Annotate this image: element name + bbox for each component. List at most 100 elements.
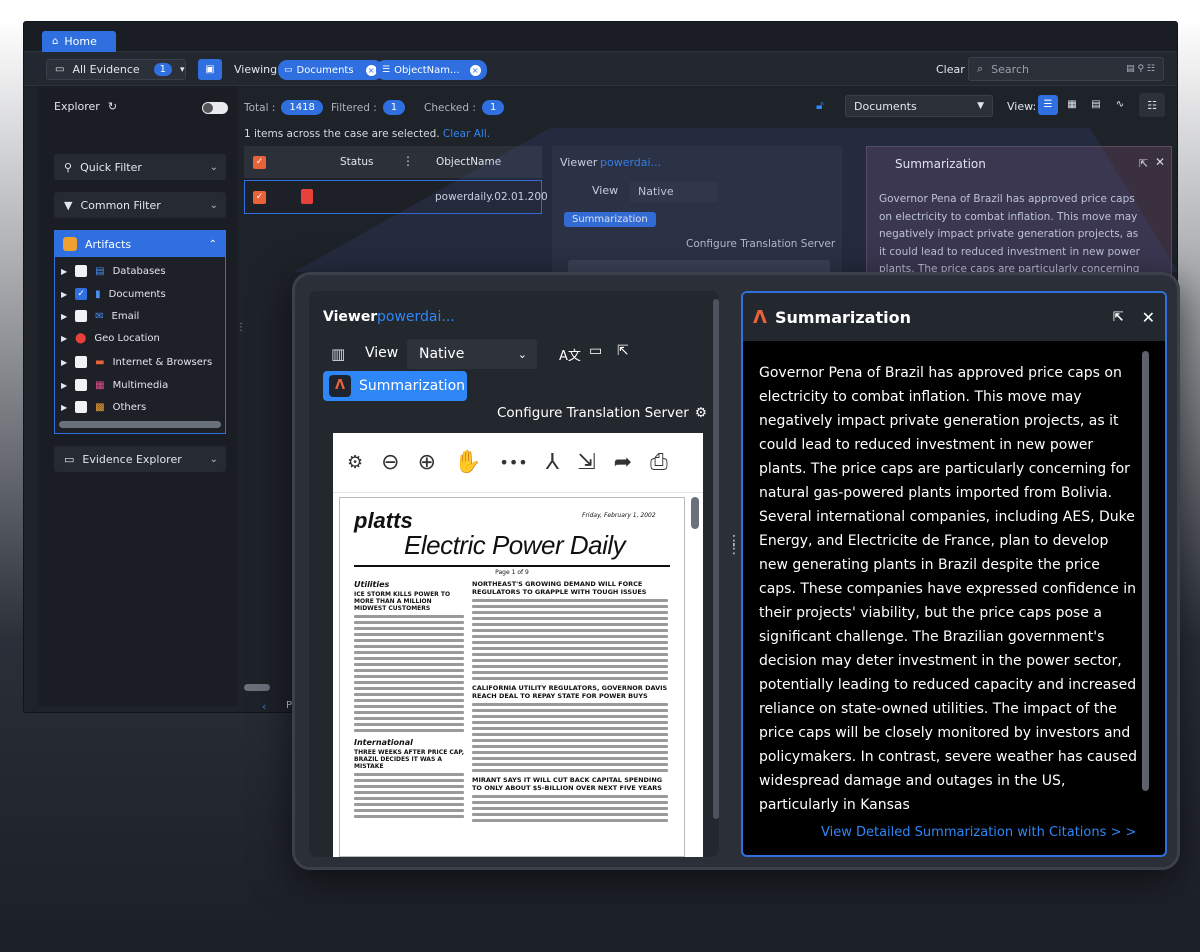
printer-icon[interactable]: ⎙ [650,450,668,475]
clear-all-link[interactable]: Clear All. [443,128,490,140]
tab-home[interactable]: ⌂ Home [42,31,116,52]
view-label: View: [1007,100,1037,113]
doc-date: Friday, February 1, 2002 [582,512,656,519]
bg-view-mode[interactable]: Native [630,182,718,202]
chip-documents[interactable]: ▭ Documents × [278,60,383,80]
checkbox[interactable]: ✓ [75,288,88,300]
expand-icon[interactable]: ▶ [61,403,67,412]
close-icon[interactable]: × [469,64,481,76]
bg-configure-translation[interactable]: Configure Translation Server [686,238,835,250]
search-placeholder: Search [991,62,1029,76]
column-status[interactable]: Status [340,156,373,168]
zoom-in-icon[interactable]: ⊕ [418,450,436,475]
pager-prev-icon[interactable]: ‹ [262,700,266,712]
chip-objectname[interactable]: ☰ ObjectNam... × [376,60,487,80]
table-view-icon[interactable]: ▤ [1086,95,1106,115]
column-menu-icon[interactable]: ⋮ [402,154,414,168]
chart-view-icon[interactable]: ∿ [1110,95,1130,115]
expand-icon[interactable]: ▶ [61,381,67,390]
artifact-item[interactable]: ▶ ✓ ▮ Documents [61,288,166,300]
folder-button[interactable]: ▣ [198,59,222,80]
detailed-summarization-link[interactable]: View Detailed Summarization with Citatio… [821,825,1136,840]
chip-objectname-label: ObjectNam... [394,64,460,76]
export-icon[interactable]: ⇲ [577,450,595,475]
pan-hand-icon[interactable]: ✋ [454,450,481,475]
evidence-select[interactable]: ▭ All Evidence 1 ▾ [46,59,186,80]
lock-icon[interactable]: 🔓︎ [816,98,824,113]
doc-section-international: International [354,738,413,747]
close-icon[interactable]: ✕ [1142,308,1155,327]
type-select[interactable]: Documents ▼ [845,95,993,117]
splitter-handle[interactable]: ⋮ [236,322,246,333]
artifact-item[interactable]: ▶ ▦ Multimedia [61,379,168,391]
artifact-label: Databases [112,265,166,277]
select-all-checkbox[interactable]: ✓ [253,156,266,169]
settings-button[interactable]: ☷ [1139,93,1165,117]
bg-close-icon[interactable]: ✕ [1155,155,1165,169]
grid-hscrollbar[interactable] [244,684,270,691]
evidence-count-badge: 1 [153,63,173,76]
list-view-icon[interactable]: ☰ [1038,95,1058,115]
doc-headline-4: THREE WEEKS AFTER PRICE CAP, BRAZIL DECI… [354,749,465,770]
bg-external-link-icon[interactable]: ⇱ [1139,157,1148,170]
print-icon[interactable]: ▥ [331,345,345,363]
bg-viewer-title: Viewer [560,156,598,169]
search-options-icon[interactable]: ▤ ⚲ ☷ [1126,64,1155,74]
clear-button[interactable]: Clear [936,63,965,76]
pdf-scrollbar[interactable] [691,497,699,529]
search-input[interactable]: ⌕ Search ▤ ⚲ ☷ [968,57,1164,81]
merge-icon[interactable]: ⅄ [546,450,559,475]
zoom-out-icon[interactable]: ⊖ [381,450,399,475]
expand-icon[interactable]: ▶ [61,334,67,343]
checkbox[interactable] [75,379,88,391]
checked-badge: 1 [481,100,505,115]
artifacts-panel: Artifacts ⌃ ▶ ▤ Databases ▶ ✓ ▮ Documents… [54,230,226,434]
artifacts-header[interactable]: Artifacts ⌃ [55,231,225,257]
view-mode-select[interactable]: Native ⌄ [407,339,537,369]
pdf-file-icon [301,189,313,204]
doc-headline-1: NORTHEAST'S GROWING DEMAND WILL FORCE RE… [472,580,647,596]
artifact-item[interactable]: ▶ ▩ Others [61,401,146,413]
summarization-button[interactable]: Λ Summarization [323,371,467,401]
checkbox[interactable] [75,356,88,368]
toolbar: ▭ All Evidence 1 ▾ ▣ Viewing ▭ Documents… [24,52,1177,86]
close-icon[interactable]: × [365,64,377,76]
type-select-label: Documents [854,99,917,113]
checkbox[interactable] [75,401,88,413]
viewer-scrollbar[interactable] [713,299,719,819]
artifacts-scrollbar[interactable] [59,421,221,428]
grid-view-icon[interactable]: ▦ [1062,95,1082,115]
checkbox[interactable] [75,265,88,277]
table-row[interactable]: ✓ powerdaily.02.01.200 [244,180,548,214]
common-filter[interactable]: ▼ Common Filter ⌄ [54,192,226,218]
share-icon[interactable]: ➦ [614,450,632,475]
monitor-icon[interactable]: ▭ [589,343,602,359]
quick-filter[interactable]: ⚲ Quick Filter ⌄ [54,154,226,180]
expand-icon[interactable]: ▶ [61,358,67,367]
row-checkbox[interactable]: ✓ [253,191,266,204]
bg-view-label: View [592,184,619,197]
artifact-item[interactable]: ▶ ⬤ Geo Location [61,333,160,344]
artifact-item[interactable]: ▶ ✉ Email [61,310,139,322]
external-link-icon[interactable]: ⇱ [1113,310,1124,325]
refresh-icon[interactable]: ↻ [108,100,117,113]
artifact-label: Geo Location [94,333,160,344]
settings-icon[interactable]: ⚙ [347,452,363,473]
artifact-item[interactable]: ▶ ▬ Internet & Browsers [61,356,212,368]
translate-icon[interactable]: A文 [559,345,581,364]
bg-summarization-button[interactable]: Summarization [564,212,656,227]
explorer-toggle[interactable] [202,102,228,114]
more-icon[interactable]: ••• [499,453,527,472]
doc-section-utilities: Utilities [354,580,390,589]
artifact-item[interactable]: ▶ ▤ Databases [61,265,166,277]
column-objectname[interactable]: ObjectName [436,156,501,168]
summarization-scrollbar[interactable] [1142,351,1149,791]
checkbox[interactable] [75,310,88,322]
evidence-explorer[interactable]: ▭ Evidence Explorer ⌄ [54,446,226,472]
splitter-handle[interactable]: ⋮ ⋮ [727,534,741,556]
external-link-icon[interactable]: ⇱ [617,343,629,359]
expand-icon[interactable]: ▶ [61,312,67,321]
expand-icon[interactable]: ▶ [61,267,67,276]
expand-icon[interactable]: ▶ [61,290,67,299]
configure-translation-link[interactable]: Configure Translation Server ⚙ [497,405,707,421]
